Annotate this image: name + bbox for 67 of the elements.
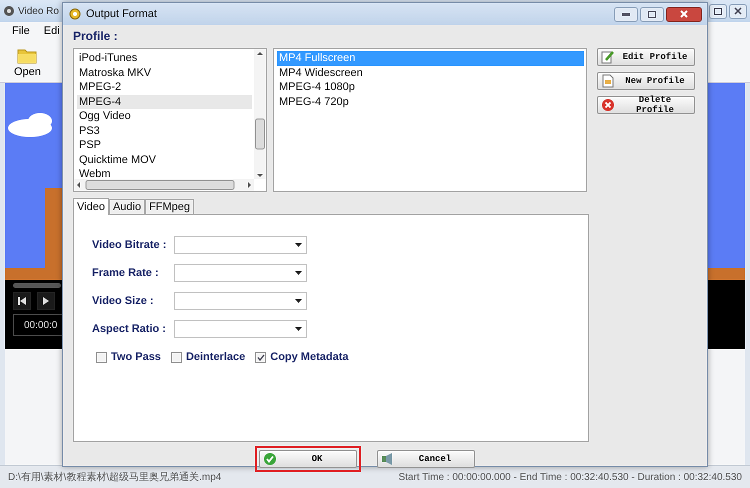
file-path: D:\有用\素材\教程素材\超级马里奥兄弟通关.mp4 (8, 470, 222, 484)
ok-button[interactable]: OK (259, 450, 357, 468)
caret-icon (295, 299, 302, 303)
new-profile-button[interactable]: New Profile (597, 72, 695, 90)
checkbox[interactable] (255, 352, 266, 362)
time-info: Start Time : 00:00:00.000 - End Time : 00:32:40.530 - Duration : 00:32:40.530 (398, 472, 742, 482)
list-item[interactable]: Webm (77, 167, 252, 182)
play-icon (43, 297, 49, 305)
list-item[interactable]: PSP (77, 138, 252, 152)
list-item[interactable]: iPod-iTunes (77, 51, 252, 66)
list-item[interactable]: PS3 (77, 124, 252, 138)
tab[interactable]: Video (73, 198, 109, 215)
delete-profile-button[interactable]: Delete Profile (597, 96, 695, 114)
check-icon (256, 354, 265, 360)
checkbox-label: Two Pass (111, 351, 161, 363)
dropdown-field[interactable] (174, 236, 307, 254)
caret-icon (295, 243, 302, 247)
skip-back-icon (18, 297, 26, 305)
list-item[interactable]: MPEG-4 720p (277, 94, 584, 109)
list-item[interactable]: MPEG-4 1080p (277, 80, 584, 94)
close-icon (734, 7, 742, 15)
field-label: Aspect Ratio : (92, 323, 167, 335)
maximize-button[interactable] (640, 6, 664, 22)
previous-button[interactable] (13, 292, 31, 310)
tab[interactable]: Audio (108, 199, 146, 214)
list-item[interactable]: Matroska MKV (77, 66, 252, 80)
list-item[interactable]: MPEG-4 (77, 94, 252, 109)
app-icon (3, 5, 15, 17)
cancel-button[interactable]: Cancel (377, 450, 475, 468)
close-icon (680, 10, 688, 18)
open-button[interactable]: Open (14, 44, 41, 78)
dropdown-field[interactable] (174, 292, 307, 310)
edit-profile-button[interactable]: Edit Profile (597, 48, 695, 66)
checkbox[interactable] (96, 352, 107, 362)
checkbox[interactable] (170, 352, 182, 362)
dialog-title: Output Format (86, 8, 157, 20)
checkbox-label: Deinterlace (186, 351, 246, 363)
list-item[interactable]: MP4 Widescreen (277, 66, 584, 80)
field-label: Video Bitrate : (92, 239, 168, 251)
play-button[interactable] (37, 292, 55, 310)
field-label: Frame Rate : (92, 267, 160, 279)
menu-item[interactable]: Edi (44, 25, 60, 37)
list-item[interactable]: MPEG-2 (77, 80, 252, 94)
dropdown-field[interactable] (174, 320, 307, 338)
speaker-icon (381, 452, 395, 466)
tab[interactable]: FFMpeg (145, 199, 194, 214)
list-item[interactable]: Ogg Video (77, 109, 252, 124)
maximize-button[interactable] (709, 4, 727, 18)
edit-icon (601, 50, 615, 64)
caret-icon (295, 327, 302, 331)
minimize-button[interactable] (614, 6, 638, 22)
profile-label: Profile : (73, 29, 119, 45)
maximize-icon (648, 10, 656, 18)
document-icon (601, 74, 615, 88)
maximize-icon (714, 8, 722, 14)
dropdown-field[interactable] (174, 264, 307, 282)
checkbox-label: Copy Metadata (270, 351, 348, 363)
minimize-icon (622, 12, 630, 16)
menu-item[interactable]: File (12, 25, 30, 37)
delete-icon (601, 98, 615, 112)
caret-icon (295, 271, 302, 275)
window-title: Video Ro (18, 6, 59, 16)
check-circle-icon (263, 452, 277, 466)
close-button[interactable] (666, 6, 702, 22)
list-item[interactable]: Quicktime MOV (77, 152, 252, 167)
field-label: Video Size : (92, 295, 155, 307)
close-button[interactable] (729, 4, 747, 18)
